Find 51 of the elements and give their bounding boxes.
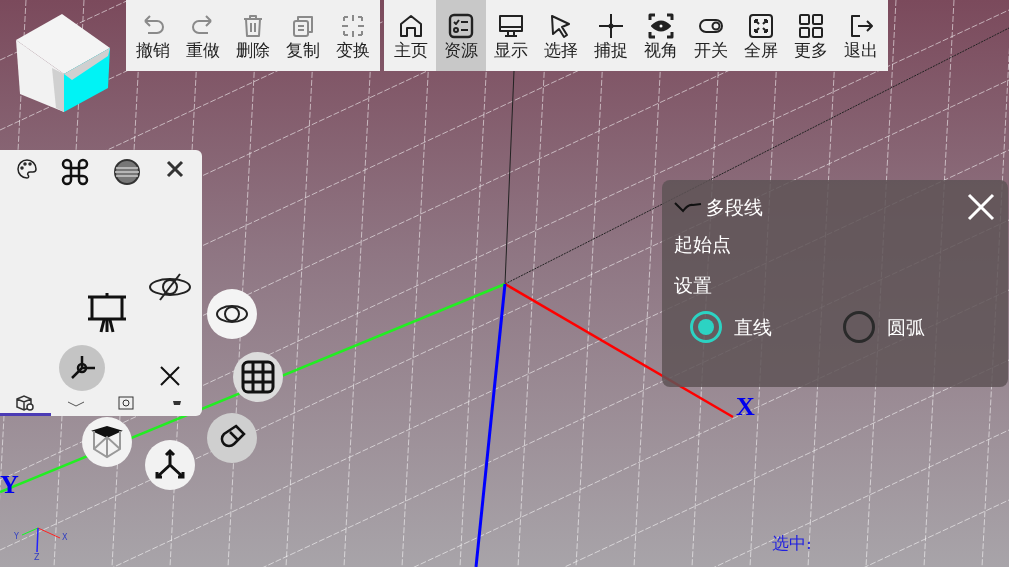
box-view-button[interactable] — [82, 417, 132, 467]
close-button[interactable] — [966, 192, 996, 222]
toolbar-button[interactable]: 选择 — [536, 0, 586, 71]
magnet-button[interactable] — [207, 413, 257, 463]
sphere-icon[interactable] — [112, 158, 141, 186]
toolbar-button[interactable]: 捕捉 — [586, 0, 636, 71]
palette-icon[interactable] — [15, 158, 38, 180]
toolbar-button[interactable]: 主页 — [386, 0, 436, 71]
box-icon — [90, 425, 124, 459]
crosshair-icon — [597, 12, 625, 40]
radio-option[interactable]: 圆弧 — [843, 311, 996, 343]
axis-label: Z — [34, 554, 40, 562]
show-button[interactable] — [207, 289, 257, 339]
axis-label: X — [736, 394, 755, 420]
polyline-icon — [674, 200, 702, 214]
axis-label: X — [62, 534, 68, 542]
settings-label: 设置 — [674, 272, 713, 298]
toolbar-button[interactable]: 退出 — [836, 0, 886, 71]
panel-tab[interactable] — [0, 393, 51, 416]
grid-icon — [240, 359, 276, 395]
mini-axis-drawing — [21, 527, 61, 553]
toolbar-button[interactable]: 开关 — [686, 0, 736, 71]
eye-slash-icon — [148, 272, 192, 302]
toolbar-button[interactable]: 资源 — [436, 0, 486, 71]
axis-label: Y — [14, 533, 19, 541]
toolbar-button[interactable]: 视角 — [636, 0, 686, 71]
toolbar-button[interactable]: 显示 — [486, 0, 536, 71]
grid-icon — [797, 12, 825, 40]
move-axes-button[interactable] — [145, 440, 195, 490]
fullscreen-icon — [747, 12, 775, 40]
eye-icon — [647, 12, 675, 40]
camera-icon — [118, 396, 135, 410]
cart-icon — [172, 399, 181, 407]
home-icon — [397, 12, 425, 40]
panel-title: 多段线 — [706, 194, 763, 220]
cube-icon — [15, 394, 36, 412]
radio-option[interactable]: 直线 — [690, 311, 843, 343]
grid-button[interactable] — [233, 352, 283, 402]
eye-icon — [215, 304, 249, 324]
close-icon — [159, 365, 181, 387]
crosshair-icon — [339, 12, 367, 40]
easel-icon — [85, 290, 129, 334]
selection-status: 选中: — [772, 535, 812, 552]
radio-button[interactable] — [690, 311, 722, 343]
toolbar-button[interactable]: 全屏 — [736, 0, 786, 71]
prompt-text: 起始点 — [674, 232, 732, 257]
monitor-icon — [497, 12, 525, 40]
checklist-icon — [447, 12, 475, 40]
toolbar-button[interactable]: 更多 — [786, 0, 836, 71]
command-key-icon[interactable] — [61, 158, 90, 186]
radio-button[interactable] — [843, 311, 875, 343]
